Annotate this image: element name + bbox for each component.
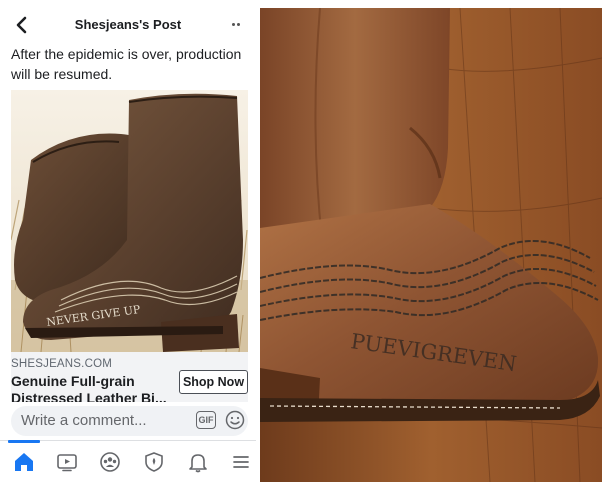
smiley-icon[interactable] xyxy=(225,410,245,430)
gif-icon[interactable]: GIF xyxy=(196,411,216,429)
ad-info-panel[interactable]: SHESJEANS.COM Genuine Full-grain Distres… xyxy=(11,352,248,402)
boots-photo: NEVER GIVE UP xyxy=(11,90,248,352)
active-tab-indicator xyxy=(8,440,40,443)
home-icon xyxy=(15,453,33,471)
ad-domain: SHESJEANS.COM xyxy=(11,358,113,370)
more-options-button[interactable] xyxy=(226,14,246,34)
page-title: Shesjeans's Post xyxy=(74,17,182,32)
tab-menu[interactable] xyxy=(226,447,256,477)
received-boot-photo: PUEVIGREVEN xyxy=(260,8,602,482)
tab-shield[interactable] xyxy=(139,447,169,477)
tab-watch[interactable] xyxy=(52,447,82,477)
ad-image[interactable]: NEVER GIVE UP xyxy=(11,90,248,352)
shield-icon xyxy=(145,452,163,472)
tab-groups[interactable] xyxy=(95,447,125,477)
tab-home[interactable] xyxy=(9,447,39,477)
shop-now-button[interactable]: Shop Now xyxy=(179,370,248,394)
bell-icon xyxy=(189,454,207,473)
top-bar: Shesjeans's Post xyxy=(0,8,256,44)
bottom-tab-bar xyxy=(0,440,256,488)
tab-notifications[interactable] xyxy=(183,447,213,477)
groups-icon xyxy=(100,452,120,472)
ad-title[interactable]: Genuine Full-grain Distressed Leather Bi… xyxy=(11,373,171,402)
boot-closeup-photo: PUEVIGREVEN xyxy=(260,8,602,482)
more-dots-icon xyxy=(232,22,235,26)
video-icon xyxy=(57,454,77,472)
facebook-post-screen: Shesjeans's Post After the epidemic is o… xyxy=(0,0,256,488)
comment-bar: Write a comment... GIF xyxy=(0,402,256,440)
post-text: After the epidemic is over, production w… xyxy=(11,46,242,82)
menu-icon xyxy=(233,456,249,468)
